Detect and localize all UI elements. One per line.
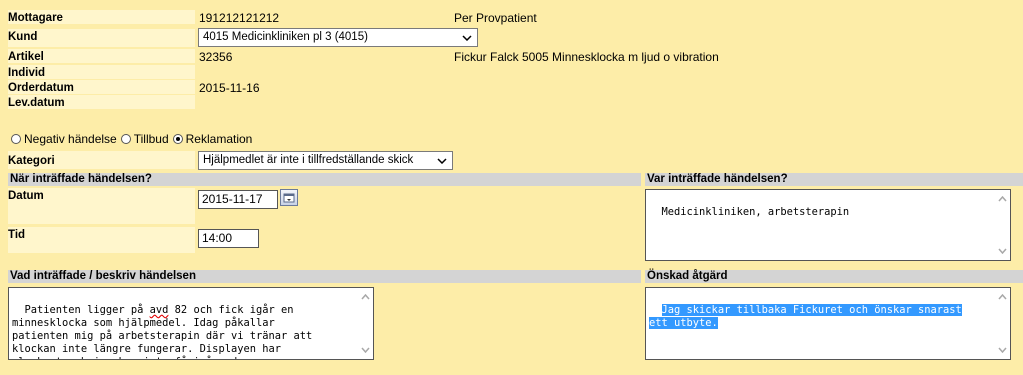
orderdatum-value: 2015-11-16 [199,81,260,95]
radio-tillbud[interactable]: Tillbud [120,132,169,146]
patient-name: Per Provpatient [454,11,537,25]
kategori-select[interactable]: Hjälpmedlet är inte i tillfredställande … [198,151,453,170]
mottagare-value: 191212121212 [199,11,280,25]
kategori-selected-value: Hjälpmedlet är inte i tillfredställande … [203,154,414,166]
kund-select[interactable]: 4015 Medicinkliniken pl 3 (4015) [198,28,478,47]
radio-checked-icon [172,134,183,144]
chevron-down-icon [460,29,474,46]
artikel-description: Fickur Falck 5005 Minnesklocka m ljud o … [454,50,719,64]
kund-label: Kund [8,31,38,43]
label-cell-artikel: Artikel [8,49,195,63]
kund-selected-value: 4015 Medicinkliniken pl 3 (4015) [203,31,368,43]
calendar-button[interactable] [280,189,298,206]
radio-negativ-handelse[interactable]: Negativ händelse [11,132,117,146]
describe-scrollbar[interactable] [357,288,373,359]
label-cell-mottagare: Mottagare [8,10,195,24]
levdatum-label: Lev.datum [8,97,65,109]
radio-label: Tillbud [133,132,169,146]
label-cell-datum: Datum [8,188,195,224]
label-cell-tid: Tid [8,227,195,253]
tid-value: 14:00 [202,231,233,245]
section-header-where: Var inträffade händelsen? [645,173,1023,186]
action-title: Önskad åtgärd [647,270,728,282]
orderdatum-label: Orderdatum [8,82,74,94]
action-textarea[interactable]: Jag skickar tillbaka Fickuret och önskar… [645,287,1011,360]
chevron-down-icon [435,152,449,169]
when-title: När inträffade händelsen? [10,173,152,185]
radio-label: Negativ händelse [24,132,117,146]
scroll-up-icon [360,294,370,300]
describe-textarea[interactable]: Patienten ligger på avd 82 och fick igår… [8,287,374,360]
tid-label: Tid [8,229,26,241]
calendar-icon [283,193,295,203]
mottagare-label: Mottagare [8,12,63,24]
scroll-down-icon [360,347,370,353]
scroll-down-icon [997,248,1007,254]
datum-label: Datum [8,190,44,202]
action-scrollbar[interactable] [994,288,1010,359]
describe-title: Vad inträffade / beskriv händelsen [10,270,196,282]
section-header-describe: Vad inträffade / beskriv händelsen [8,270,641,283]
section-header-when: När inträffade händelsen? [8,173,641,186]
where-scrollbar[interactable] [994,190,1010,260]
section-header-action: Önskad åtgärd [645,270,1023,283]
label-cell-kategori: Kategori [8,151,195,169]
label-cell-orderdatum: Orderdatum [8,80,195,94]
describe-text-before: Patienten ligger på [24,304,150,316]
label-cell-levdatum: Lev.datum [8,95,195,109]
spellcheck-word: avd [149,304,169,316]
artikel-value: 32356 [199,50,233,64]
radio-circle-icon [11,134,21,144]
where-text: Medicinkliniken, arbetsterapin [661,206,850,218]
radio-reklamation[interactable]: Reklamation [172,132,253,146]
datum-value: 2015-11-17 [202,192,263,206]
scroll-up-icon [997,294,1007,300]
label-cell-individ: Individ [8,65,195,79]
kategori-label: Kategori [8,155,55,167]
radio-label: Reklamation [185,132,253,146]
tid-input[interactable]: 14:00 [198,229,259,248]
scroll-up-icon [997,196,1007,202]
action-text-line1: Jag skickar tillbaka Fickuret och önskar… [661,304,962,316]
label-cell-kund: Kund [8,29,195,47]
where-title: Var inträffade händelsen? [647,173,788,185]
artikel-label: Artikel [8,51,44,63]
datum-input[interactable]: 2015-11-17 [198,190,278,209]
event-type-radio-group: Negativ händelse Tillbud Reklamation [11,132,256,146]
action-text-line2: ett utbyte. [649,317,718,329]
scroll-down-icon [997,347,1007,353]
radio-circle-icon [120,134,131,144]
individ-label: Individ [8,67,46,79]
where-textarea[interactable]: Medicinkliniken, arbetsterapin [645,189,1011,261]
